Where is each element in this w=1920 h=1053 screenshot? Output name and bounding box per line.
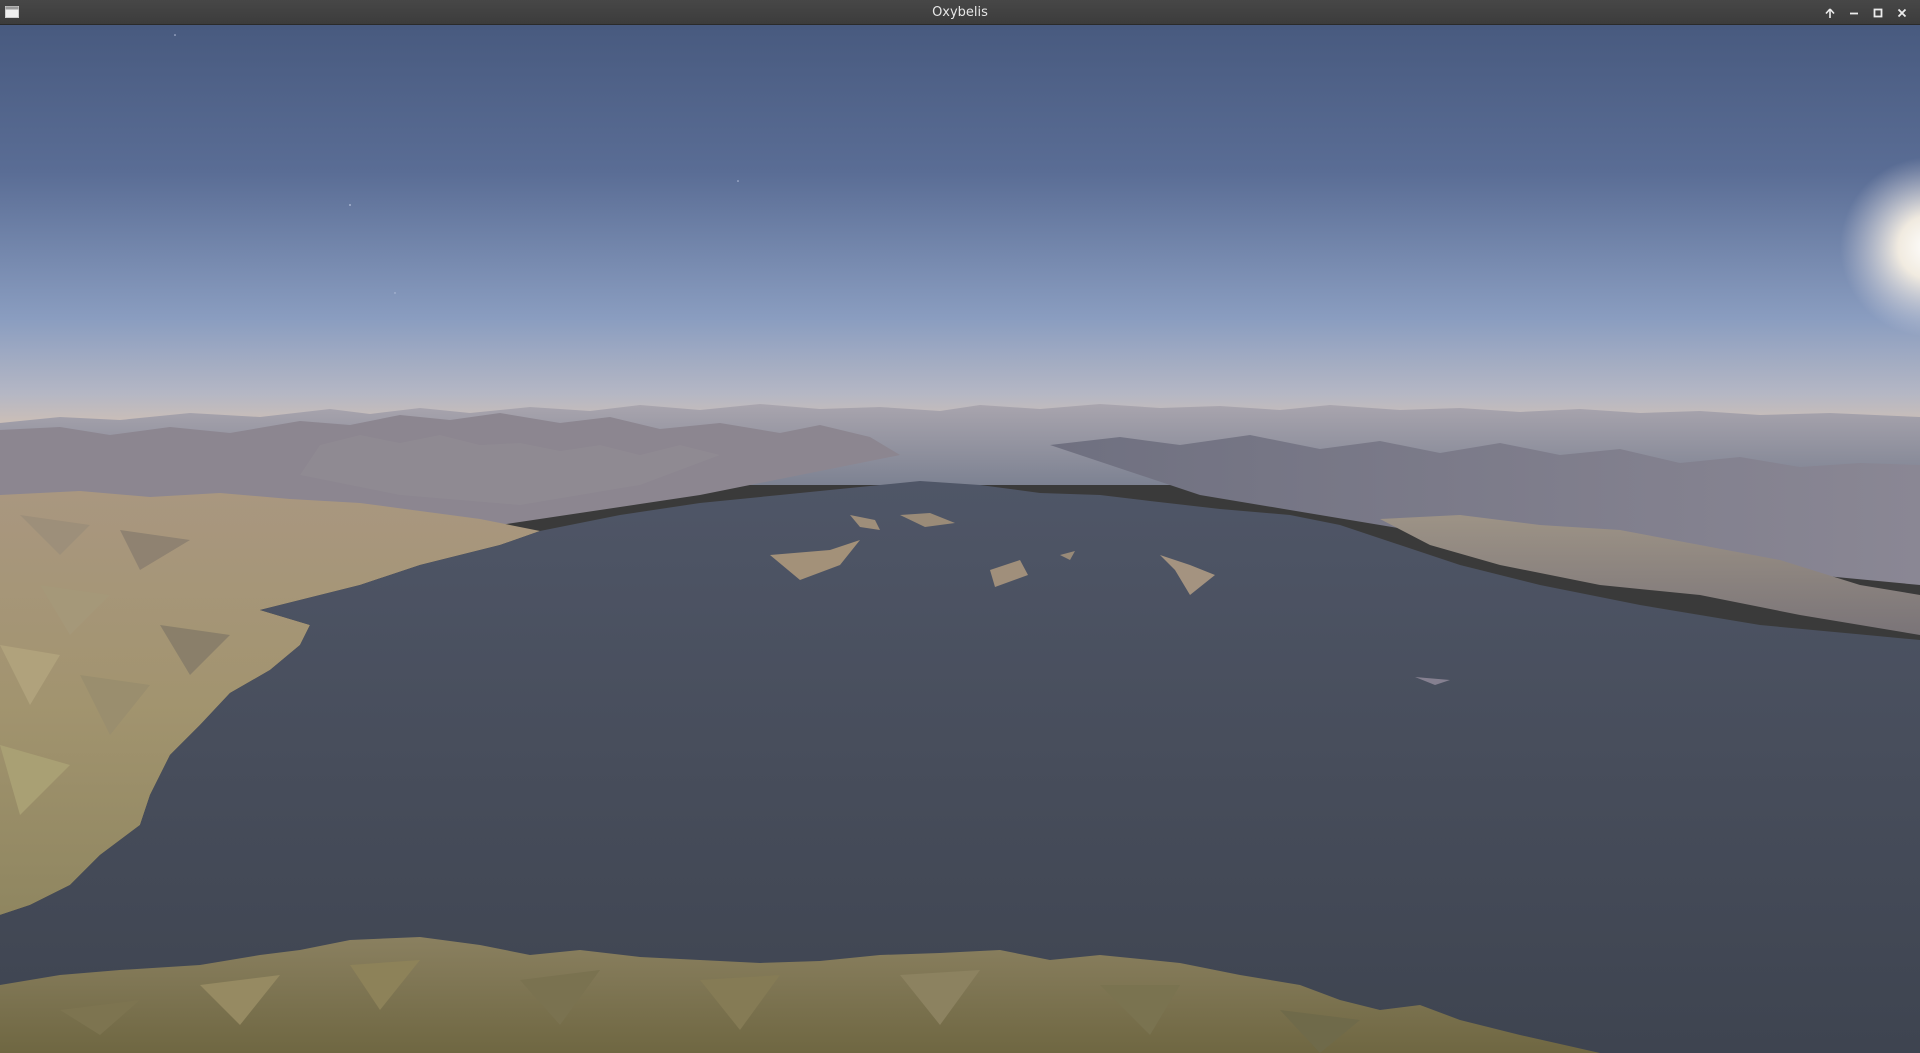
close-button[interactable]	[1890, 0, 1914, 25]
shade-button[interactable]	[1818, 0, 1842, 25]
star	[349, 204, 351, 206]
maximize-icon	[1873, 8, 1883, 17]
app-window: Oxybelis	[0, 0, 1920, 1053]
render-viewport[interactable]	[0, 25, 1920, 1053]
close-icon	[1897, 8, 1907, 17]
arrow-up-icon	[1825, 7, 1835, 18]
maximize-button[interactable]	[1866, 0, 1890, 25]
minimize-icon	[1850, 12, 1858, 14]
star	[394, 292, 396, 294]
window-controls	[1818, 0, 1914, 25]
terrain-scene	[0, 25, 1920, 1053]
star	[174, 34, 176, 36]
minimize-button[interactable]	[1842, 0, 1866, 25]
sky	[0, 25, 1920, 445]
window-title: Oxybelis	[932, 5, 988, 20]
title-bar[interactable]: Oxybelis	[0, 0, 1920, 25]
star	[737, 180, 739, 182]
